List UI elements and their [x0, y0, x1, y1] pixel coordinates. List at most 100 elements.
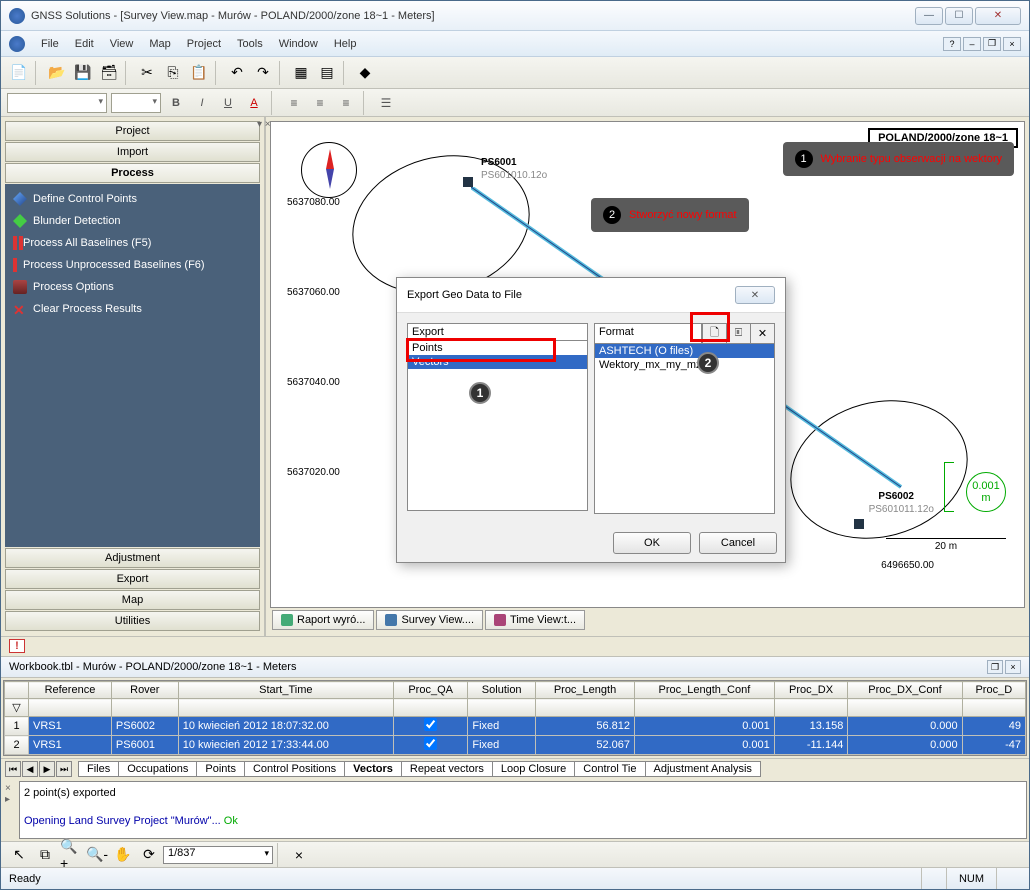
edit-format-button[interactable]: 🗉 [726, 324, 750, 343]
wb-tab-loop-closure[interactable]: Loop Closure [492, 761, 575, 777]
wb-tab-adjustment-analysis[interactable]: Adjustment Analysis [645, 761, 761, 777]
tab-last-icon[interactable]: ⏭ [56, 761, 72, 777]
help-icon[interactable]: ? [943, 37, 961, 51]
list-item-points[interactable]: Points [408, 341, 587, 355]
maximize-button[interactable]: ☐ [945, 7, 973, 25]
saveall-icon[interactable]: 🗃 [97, 61, 121, 85]
font-color-icon[interactable]: A [243, 93, 265, 113]
align-right-icon[interactable]: ≡ [335, 93, 357, 113]
open-icon[interactable]: 📂 [45, 61, 69, 85]
clear-icon[interactable]: × [287, 843, 311, 867]
menu-edit[interactable]: Edit [67, 36, 102, 52]
tab-prev-icon[interactable]: ◀ [22, 761, 38, 777]
mdi-minimize-button[interactable]: – [963, 37, 981, 51]
font-combo[interactable] [7, 93, 107, 113]
save-icon[interactable]: 💾 [71, 61, 95, 85]
layers-icon[interactable]: ▦ [289, 61, 313, 85]
wb-tab-points[interactable]: Points [196, 761, 245, 777]
col-header[interactable]: Proc_Length_Conf [635, 682, 775, 699]
menu-project[interactable]: Project [179, 36, 229, 52]
sidebar-header-import[interactable]: Import [5, 142, 260, 162]
cell-checkbox[interactable] [393, 717, 467, 736]
cell[interactable]: VRS1 [29, 717, 112, 736]
tab-next-icon[interactable]: ▶ [39, 761, 55, 777]
new-icon[interactable]: 📄 [7, 61, 31, 85]
tab-first-icon[interactable]: ⏮ [5, 761, 21, 777]
row-number[interactable]: 2 [5, 736, 29, 755]
cell[interactable]: 0.001 [635, 736, 775, 755]
cancel-button[interactable]: Cancel [699, 532, 777, 554]
redo-icon[interactable]: ↷ [251, 61, 275, 85]
sidebar-header-map[interactable]: Map [5, 590, 260, 610]
format-list[interactable]: ASHTECH (O files) Wektory_mx_my_mz [594, 344, 775, 514]
export-type-list[interactable]: Points Vectors [407, 341, 588, 511]
close-button[interactable]: ✕ [975, 7, 1021, 25]
list-item-ashtech[interactable]: ASHTECH (O files) [595, 344, 774, 358]
col-header[interactable]: Reference [29, 682, 112, 699]
sidebar-header-project[interactable]: Project [5, 121, 260, 141]
cell[interactable]: 0.000 [848, 717, 962, 736]
cell[interactable]: -47 [962, 736, 1025, 755]
eraser-icon[interactable]: ◆ [353, 61, 377, 85]
col-header[interactable] [5, 682, 29, 699]
point-marker-icon[interactable] [854, 519, 864, 529]
log-output[interactable]: 2 point(s) exported Opening Land Survey … [19, 781, 1027, 839]
sidebar-header-utilities[interactable]: Utilities [5, 611, 260, 631]
list-item-wektory[interactable]: Wektory_mx_my_mz [595, 358, 774, 372]
align-center-icon[interactable]: ≡ [309, 93, 331, 113]
menu-help[interactable]: Help [326, 36, 365, 52]
paste-icon[interactable]: 📋 [187, 61, 211, 85]
menu-map[interactable]: Map [141, 36, 178, 52]
col-header[interactable]: Rover [111, 682, 178, 699]
grid-icon[interactable]: ▤ [315, 61, 339, 85]
sidebar-item-process-unprocessed[interactable]: Process Unprocessed Baselines (F6) [7, 254, 258, 276]
table-row[interactable]: 1 VRS1 PS6002 10 kwiecień 2012 18:07:32.… [5, 717, 1026, 736]
menu-view[interactable]: View [102, 36, 142, 52]
pointer-icon[interactable]: ↖ [7, 843, 31, 867]
cell[interactable]: 0.000 [848, 736, 962, 755]
zoom-in-icon[interactable]: 🔍+ [59, 843, 83, 867]
row-number[interactable]: 1 [5, 717, 29, 736]
cell[interactable]: 56.812 [536, 717, 635, 736]
menu-file[interactable]: File [33, 36, 67, 52]
menu-tools[interactable]: Tools [229, 36, 271, 52]
cell[interactable]: -11.144 [774, 736, 848, 755]
sidebar-item-define-control[interactable]: Define Control Points [7, 188, 258, 210]
col-header[interactable]: Proc_Length [536, 682, 635, 699]
wb-tab-vectors[interactable]: Vectors [344, 761, 402, 777]
cell[interactable]: 13.158 [774, 717, 848, 736]
wb-tab-control-tie[interactable]: Control Tie [574, 761, 645, 777]
menu-window[interactable]: Window [271, 36, 326, 52]
zoom-combo[interactable]: 1/837 [163, 846, 273, 864]
table-row[interactable]: 2 VRS1 PS6001 10 kwiecień 2012 17:33:44.… [5, 736, 1026, 755]
wb-tab-occupations[interactable]: Occupations [118, 761, 197, 777]
col-header[interactable]: Proc_DX_Conf [848, 682, 962, 699]
cell[interactable]: PS6002 [111, 717, 178, 736]
zoom-window-icon[interactable]: ⧉ [33, 843, 57, 867]
cell[interactable]: 0.001 [635, 717, 775, 736]
tab-raport[interactable]: Raport wyró... [272, 610, 374, 630]
sidebar-item-clear-results[interactable]: ✕Clear Process Results [7, 298, 258, 320]
sidebar-item-blunder[interactable]: Blunder Detection [7, 210, 258, 232]
wb-close-button[interactable]: × [1005, 660, 1021, 674]
cell[interactable]: 52.067 [536, 736, 635, 755]
panel-close-icon[interactable]: ▾ × [257, 119, 271, 130]
log-close-icon[interactable]: ×▸ [3, 781, 19, 839]
map-canvas[interactable]: POLAND/2000/zone 18~1 5637080.00 5637060… [270, 121, 1025, 608]
col-header[interactable]: Solution [468, 682, 536, 699]
cell[interactable]: VRS1 [29, 736, 112, 755]
col-header[interactable]: Start_Time [178, 682, 393, 699]
align-left-icon[interactable]: ≡ [283, 93, 305, 113]
italic-icon[interactable]: I [191, 93, 213, 113]
cell[interactable]: 10 kwiecień 2012 18:07:32.00 [178, 717, 393, 736]
sidebar-header-export[interactable]: Export [5, 569, 260, 589]
wb-tab-control-positions[interactable]: Control Positions [244, 761, 345, 777]
cell[interactable]: PS6001 [111, 736, 178, 755]
minimize-button[interactable]: — [915, 7, 943, 25]
sidebar-item-process-options[interactable]: Process Options [7, 276, 258, 298]
copy-icon[interactable]: ⎘ [161, 61, 185, 85]
rotate-icon[interactable]: ⟳ [137, 843, 161, 867]
cell[interactable]: Fixed [468, 736, 536, 755]
alert-icon[interactable]: ! [9, 639, 25, 653]
pan-icon[interactable]: ✋ [111, 843, 135, 867]
